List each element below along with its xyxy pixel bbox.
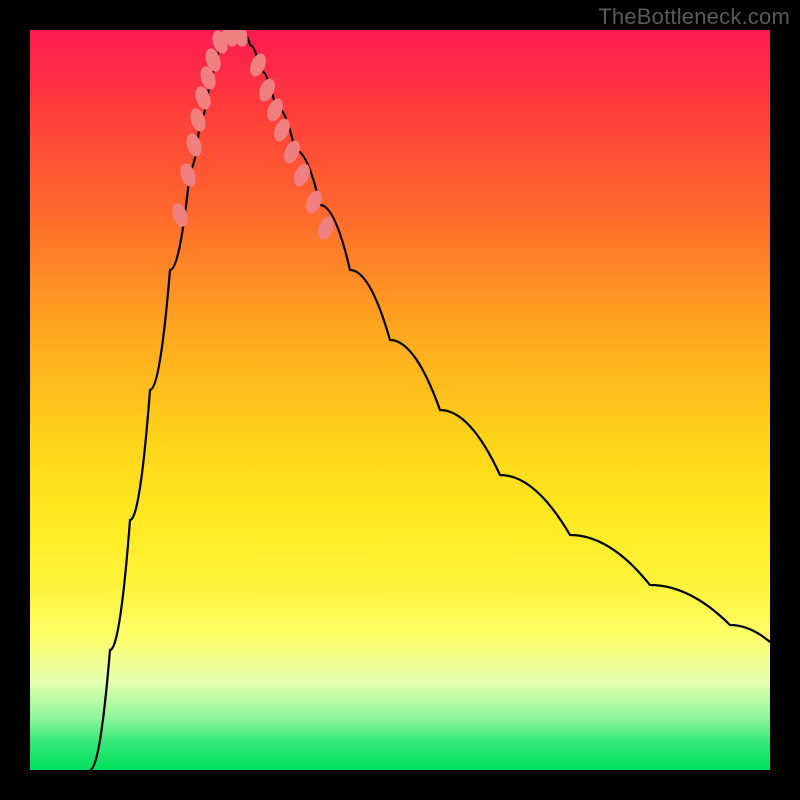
bead-marker [303,188,325,215]
bead-marker [184,131,205,158]
chart-frame: TheBottleneck.com [0,0,800,800]
bead-marker [178,161,199,188]
watermark-text: TheBottleneck.com [598,4,790,30]
bead-marker [170,201,191,228]
right-branch-path [245,35,770,642]
plot-area [30,30,770,770]
bead-markers [170,30,337,242]
curve-svg [30,30,770,770]
bead-marker [291,161,313,188]
left-branch-path [90,35,225,770]
